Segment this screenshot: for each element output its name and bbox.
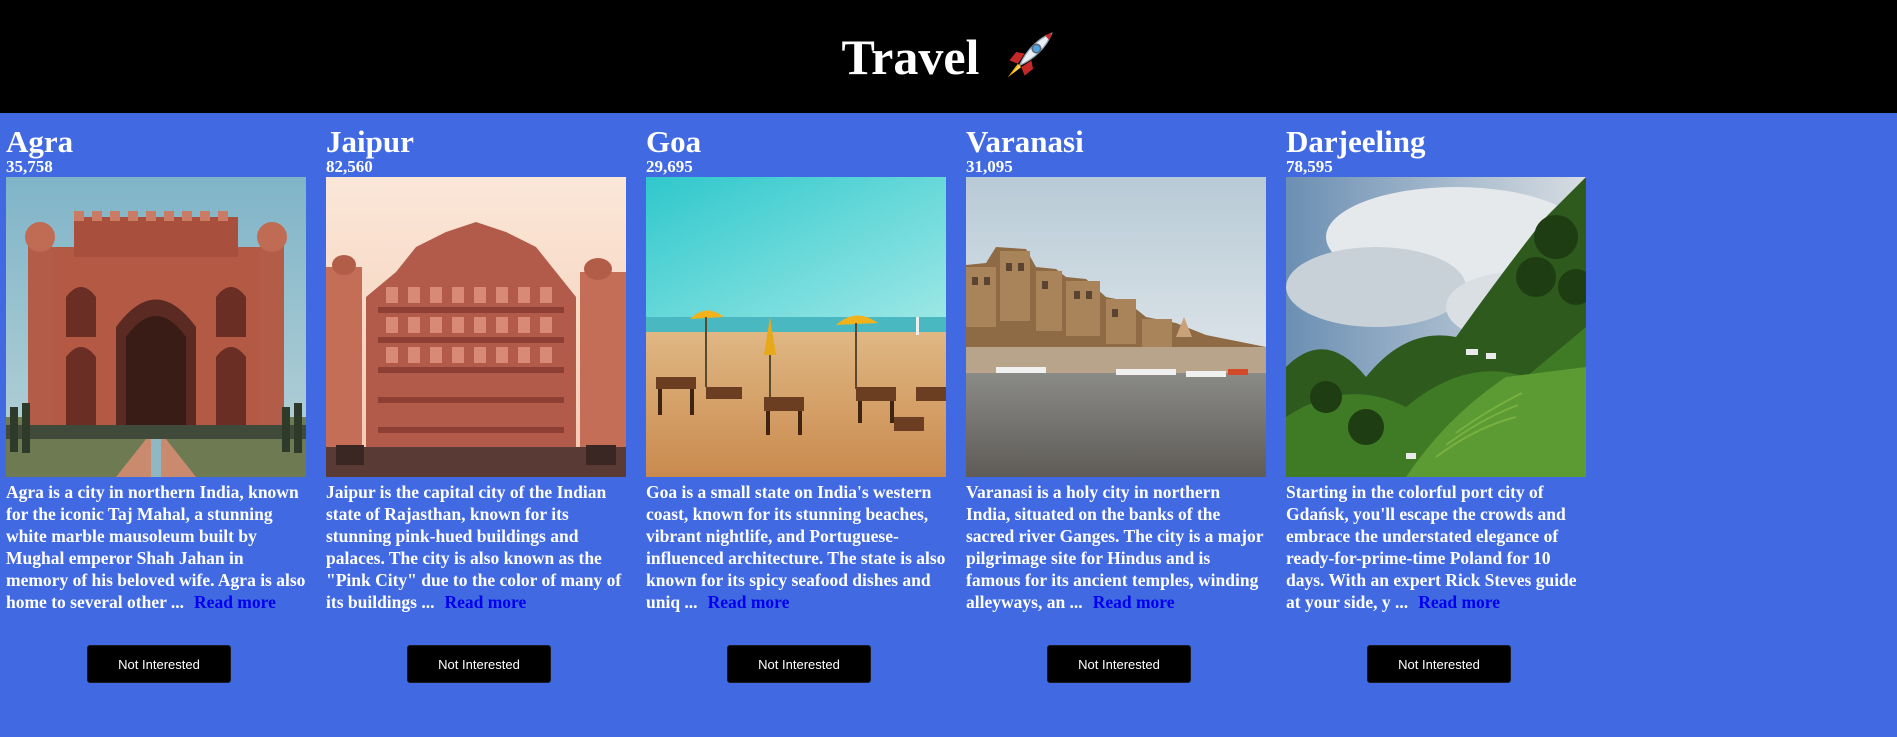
destination-card-agra: Agra 35,758 Agra is a city in northern I… xyxy=(6,124,306,727)
not-interested-button[interactable]: Not Interested xyxy=(727,645,871,683)
city-description: Goa is a small state on India's western … xyxy=(646,481,946,635)
read-more-link[interactable]: Read more xyxy=(1093,592,1175,612)
city-name: Agra xyxy=(6,124,74,159)
destination-card-goa: Goa 29,695 Goa is a small state on India… xyxy=(646,124,946,727)
city-count: 35,758 xyxy=(6,157,53,176)
read-more-link[interactable]: Read more xyxy=(444,592,526,612)
city-photo xyxy=(6,177,306,477)
city-photo xyxy=(326,177,626,477)
city-name: Jaipur xyxy=(326,124,414,159)
not-interested-button[interactable]: Not Interested xyxy=(1047,645,1191,683)
page-title: Travel xyxy=(842,30,1056,84)
page-title-text: Travel xyxy=(841,28,980,85)
destination-card-varanasi: Varanasi 31,095 Varanasi is a holy city … xyxy=(966,124,1266,727)
city-description: Agra is a city in northern India, known … xyxy=(6,481,306,635)
page-header: Travel xyxy=(0,0,1897,113)
not-interested-button[interactable]: Not Interested xyxy=(407,645,551,683)
destination-card-jaipur: Jaipur 82,560 Jaipur is the capital city… xyxy=(326,124,626,727)
not-interested-button[interactable]: Not Interested xyxy=(87,645,231,683)
city-description: Jaipur is the capital city of the Indian… xyxy=(326,481,626,635)
city-name: Varanasi xyxy=(966,124,1084,159)
rocket-icon xyxy=(1008,31,1054,77)
city-description: Starting in the colorful port city of Gd… xyxy=(1286,481,1586,635)
city-count: 29,695 xyxy=(646,157,693,176)
city-count: 78,595 xyxy=(1286,157,1333,176)
city-count: 82,560 xyxy=(326,157,373,176)
destination-cards: Agra 35,758 Agra is a city in northern I… xyxy=(0,113,1897,737)
city-photo xyxy=(1286,177,1586,477)
city-name: Darjeeling xyxy=(1286,124,1426,159)
read-more-link[interactable]: Read more xyxy=(1418,592,1500,612)
description-text: Goa is a small state on India's western … xyxy=(646,482,946,612)
not-interested-button[interactable]: Not Interested xyxy=(1367,645,1511,683)
city-name: Goa xyxy=(646,124,702,159)
read-more-link[interactable]: Read more xyxy=(194,592,276,612)
city-photo xyxy=(646,177,946,477)
destination-card-darjeeling: Darjeeling 78,595 Starting in the colorf… xyxy=(1286,124,1586,727)
city-photo xyxy=(966,177,1266,477)
city-description: Varanasi is a holy city in northern Indi… xyxy=(966,481,1266,635)
city-count: 31,095 xyxy=(966,157,1013,176)
read-more-link[interactable]: Read more xyxy=(708,592,790,612)
